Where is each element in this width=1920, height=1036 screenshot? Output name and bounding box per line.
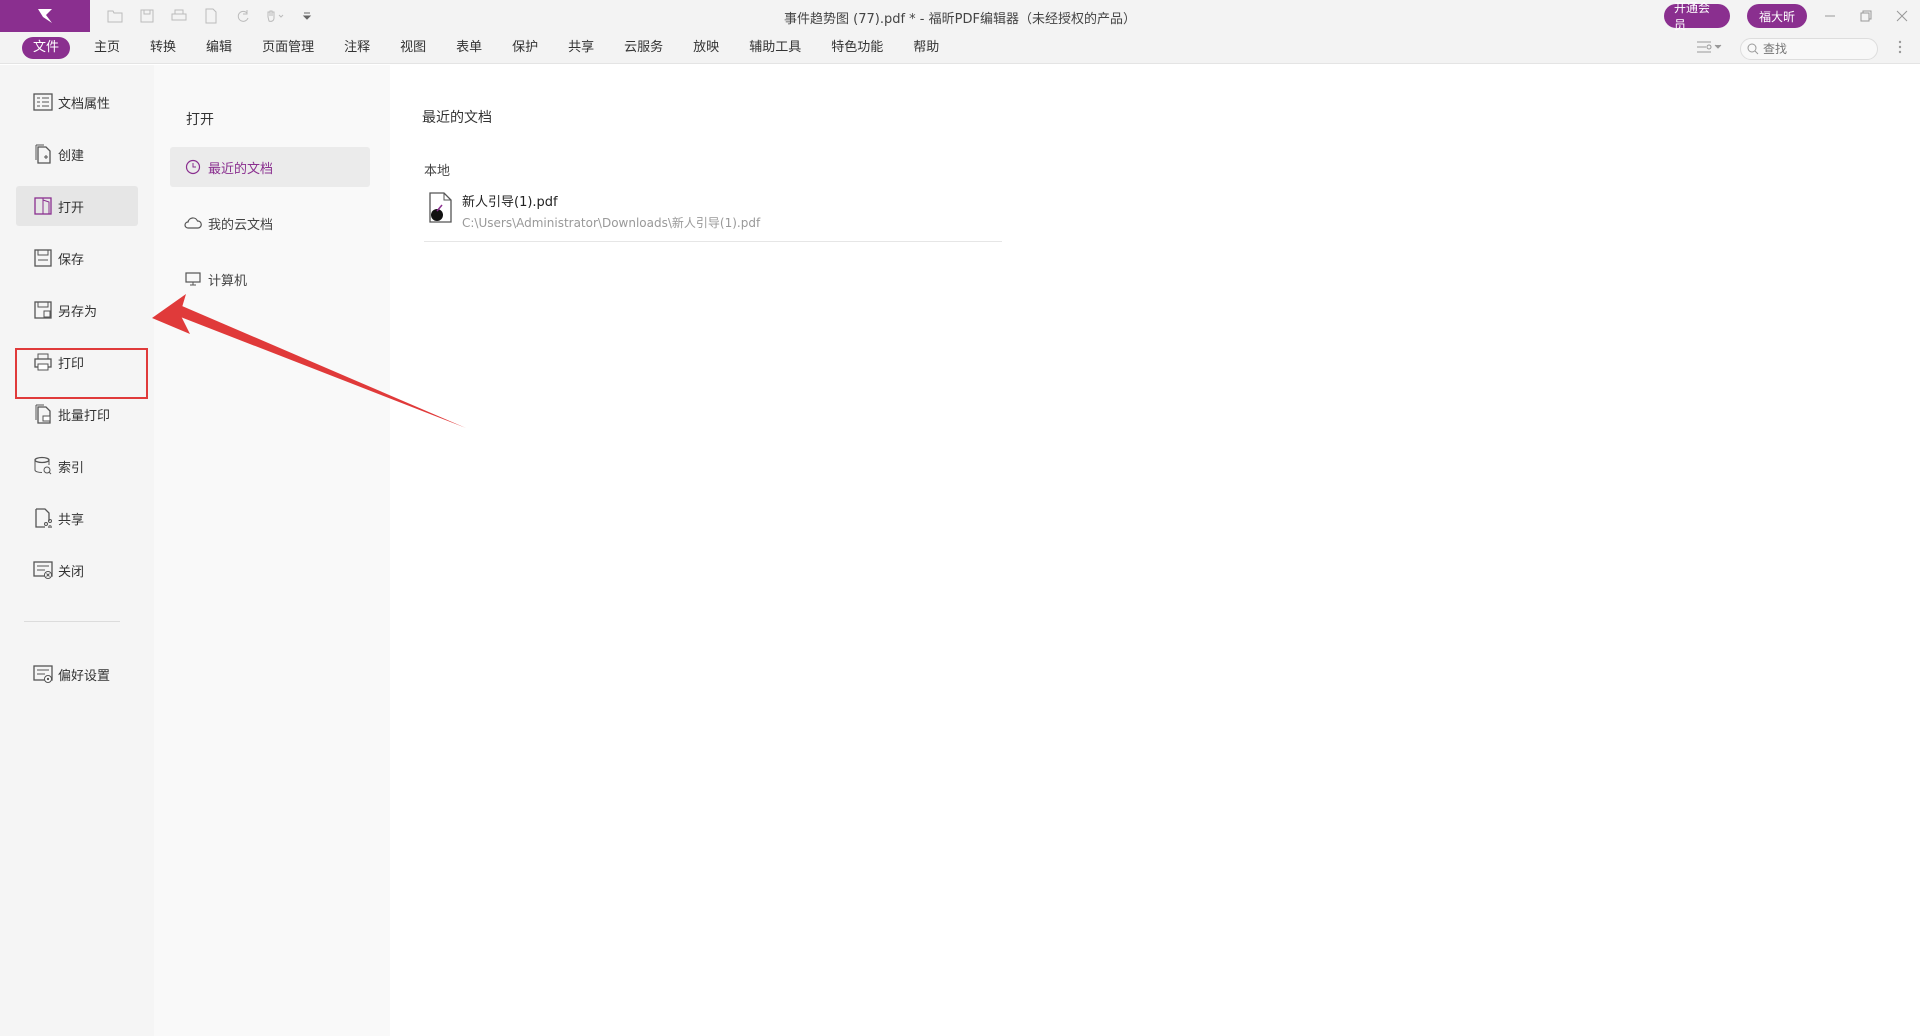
sidebar-item-label: 打印 — [58, 356, 85, 372]
tab-protect[interactable]: 保护 — [512, 37, 538, 59]
cloud-icon — [184, 214, 202, 232]
share-icon — [32, 507, 54, 529]
save-icon — [32, 247, 54, 269]
sidebar-item-save[interactable]: 保存 — [16, 238, 138, 278]
tab-edit[interactable]: 编辑 — [206, 37, 232, 59]
recent-documents-panel: 最近的文档 本地 新人引导(1).pdf C:\Users\Administra… — [390, 65, 1920, 1036]
tab-page-management[interactable]: 页面管理 — [262, 37, 314, 59]
index-icon — [32, 455, 54, 477]
sidebar-item-print[interactable]: 打印 — [16, 342, 138, 382]
sidebar-item-save-as[interactable]: 另存为 — [16, 290, 138, 330]
open-option-label: 计算机 — [208, 273, 248, 289]
tab-special-features[interactable]: 特色功能 — [831, 37, 883, 59]
tab-home[interactable]: 主页 — [94, 37, 120, 59]
user-button[interactable]: 福大昕 — [1747, 4, 1807, 28]
sidebar-item-label: 打开 — [58, 200, 85, 216]
open-option-label: 最近的文档 — [208, 161, 274, 177]
minimize-icon[interactable] — [1818, 4, 1842, 28]
tab-share[interactable]: 共享 — [568, 37, 594, 59]
tab-comment[interactable]: 注释 — [344, 37, 370, 59]
view-mode-button[interactable] — [1696, 40, 1722, 54]
search-input[interactable] — [1763, 42, 1863, 56]
list-view-icon — [1697, 41, 1712, 53]
sidebar-item-share[interactable]: 共享 — [16, 498, 138, 538]
search-icon — [1747, 43, 1759, 55]
open-option-recent[interactable]: 最近的文档 — [170, 147, 370, 187]
sidebar-item-open[interactable]: 打开 — [16, 186, 138, 226]
chevron-down-icon — [1714, 44, 1722, 49]
sidebar-item-document-properties[interactable]: 文档属性 — [16, 82, 138, 122]
open-option-label: 我的云文档 — [208, 217, 274, 233]
tab-form[interactable]: 表单 — [456, 37, 482, 59]
vip-button[interactable]: 开通会员 — [1664, 1, 1730, 32]
open-icon — [32, 195, 54, 217]
pdf-file-icon — [429, 192, 452, 223]
sidebar-item-close[interactable]: 关闭 — [16, 550, 138, 590]
ribbon-tabs: 文件 主页 转换 编辑 页面管理 注释 视图 表单 保护 共享 云服务 放映 辅… — [22, 37, 969, 59]
sidebar-divider — [24, 621, 120, 622]
computer-icon — [184, 270, 202, 288]
tab-slideshow[interactable]: 放映 — [693, 37, 719, 59]
close-window-icon[interactable] — [1890, 4, 1914, 28]
batch-print-icon — [32, 403, 54, 425]
sidebar-item-label: 共享 — [58, 512, 85, 528]
sidebar-item-batch-print[interactable]: 批量打印 — [16, 394, 138, 434]
search-box[interactable] — [1740, 38, 1878, 60]
tab-file[interactable]: 文件 — [22, 37, 71, 59]
tab-cloud-service[interactable]: 云服务 — [624, 37, 663, 59]
recent-file-row[interactable]: 新人引导(1).pdf C:\Users\Administrator\Downl… — [424, 185, 1002, 242]
title-bar: 事件趋势图 (77).pdf * - 福昕PDF编辑器（未经授权的产品） 开通会… — [0, 0, 1920, 32]
sidebar-item-label: 保存 — [58, 252, 85, 268]
tab-help[interactable]: 帮助 — [913, 37, 939, 59]
sidebar-item-label: 关闭 — [58, 564, 85, 580]
file-name: 新人引导(1).pdf — [462, 195, 558, 210]
sidebar-item-preferences[interactable]: 偏好设置 — [16, 654, 138, 694]
window-title: 事件趋势图 (77).pdf * - 福昕PDF编辑器（未经授权的产品） — [784, 12, 1136, 27]
preferences-icon — [32, 663, 54, 685]
sidebar-item-label: 创建 — [58, 148, 85, 164]
restore-icon[interactable] — [1854, 4, 1878, 28]
open-panel: 打开 最近的文档 我的云文档 计算机 — [154, 65, 390, 1036]
sidebar-item-create[interactable]: 创建 — [16, 134, 138, 174]
sidebar-item-label: 批量打印 — [58, 408, 111, 424]
document-properties-icon — [32, 91, 54, 113]
recent-documents-title: 最近的文档 — [422, 110, 492, 126]
sidebar-item-label: 另存为 — [58, 304, 98, 320]
file-path: C:\Users\Administrator\Downloads\新人引导(1)… — [462, 216, 761, 230]
open-panel-title: 打开 — [186, 112, 214, 128]
tab-view[interactable]: 视图 — [400, 37, 426, 59]
save-as-icon — [32, 299, 54, 321]
sidebar-item-label: 文档属性 — [58, 96, 111, 112]
menu-bar: 文件 主页 转换 编辑 页面管理 注释 视图 表单 保护 共享 云服务 放映 辅… — [0, 32, 1920, 64]
print-icon — [32, 351, 54, 373]
close-doc-icon — [32, 559, 54, 581]
more-options-icon[interactable] — [1898, 40, 1902, 58]
tab-accessibility-tools[interactable]: 辅助工具 — [749, 37, 801, 59]
sidebar-item-label: 偏好设置 — [58, 668, 111, 684]
open-option-computer[interactable]: 计算机 — [170, 259, 370, 299]
create-icon — [32, 143, 54, 165]
open-option-cloud[interactable]: 我的云文档 — [170, 203, 370, 243]
file-sidebar: 文档属性 创建 打开 保存 另存为 打印 批量打印 索引 共享 关闭 偏好设置 — [0, 65, 154, 1036]
tab-convert[interactable]: 转换 — [150, 37, 176, 59]
local-section-label: 本地 — [424, 164, 451, 179]
clock-icon — [184, 158, 202, 176]
sidebar-item-label: 索引 — [58, 460, 85, 476]
sidebar-item-index[interactable]: 索引 — [16, 446, 138, 486]
